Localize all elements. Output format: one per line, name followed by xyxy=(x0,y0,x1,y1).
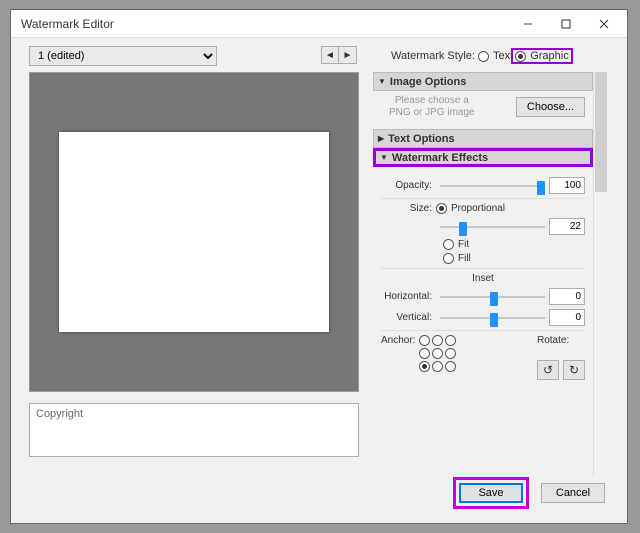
inset-h-row: Horizontal: xyxy=(381,288,585,305)
rotate-left-button[interactable]: ↺ xyxy=(537,360,559,380)
inset-h-label: Horizontal: xyxy=(381,291,436,302)
size-radio-fit[interactable] xyxy=(443,239,454,250)
style-label: Watermark Style: xyxy=(391,50,475,62)
size-slider[interactable] xyxy=(440,220,545,234)
cancel-button[interactable]: Cancel xyxy=(541,483,605,503)
anchor-mc[interactable] xyxy=(432,348,443,359)
preset-select[interactable]: 1 (edited) xyxy=(29,46,217,66)
anchor-tc[interactable] xyxy=(432,335,443,346)
opacity-label: Opacity: xyxy=(381,180,436,191)
watermark-style-row: Watermark Style: Text Graphic xyxy=(391,48,573,64)
chevron-down-icon: ▼ xyxy=(378,77,386,86)
anchor-bl[interactable] xyxy=(419,361,430,372)
opacity-value[interactable] xyxy=(549,177,585,194)
image-hint: Please choose a PNG or JPG image xyxy=(389,95,475,119)
style-text-label: Text xyxy=(493,50,513,62)
style-radio-graphic[interactable] xyxy=(515,51,526,62)
inset-h-value[interactable] xyxy=(549,288,585,305)
opacity-row: Opacity: xyxy=(381,177,585,194)
anchor-ml[interactable] xyxy=(419,348,430,359)
content-area: 1 (edited) ◄ ► Watermark Style: Text Gra… xyxy=(11,38,627,523)
anchor-bc[interactable] xyxy=(432,361,443,372)
text-options-header[interactable]: ▶ Text Options xyxy=(373,129,593,148)
size-radio-proportional[interactable] xyxy=(436,203,447,214)
anchor-rotate-row: Anchor: xyxy=(381,335,585,380)
anchor-br[interactable] xyxy=(445,361,456,372)
prev-button[interactable]: ◄ xyxy=(321,46,339,64)
style-radio-text[interactable] xyxy=(478,51,489,62)
anchor-grid xyxy=(419,335,457,373)
preview-canvas xyxy=(59,132,329,332)
inset-v-row: Vertical: xyxy=(381,309,585,326)
inset-label: Inset xyxy=(381,273,585,284)
watermark-editor-window: Watermark Editor 1 (edited) ◄ ► Watermar… xyxy=(10,9,628,524)
close-button[interactable] xyxy=(585,12,623,36)
maximize-button[interactable] xyxy=(547,12,585,36)
rotate-block: Rotate: ↺ ↻ xyxy=(537,335,585,380)
anchor-label: Anchor: xyxy=(381,335,415,346)
image-options-header[interactable]: ▼ Image Options xyxy=(373,72,593,91)
size-row: Size: Proportional xyxy=(381,203,585,214)
anchor-tr[interactable] xyxy=(445,335,456,346)
size-label: Size: xyxy=(381,203,436,214)
size-slider-row xyxy=(381,218,585,235)
opacity-slider[interactable] xyxy=(440,179,545,193)
anchor-tl[interactable] xyxy=(419,335,430,346)
panel-scrollbar[interactable] xyxy=(593,72,607,477)
inset-v-label: Vertical: xyxy=(381,312,436,323)
titlebar: Watermark Editor xyxy=(11,10,627,38)
inset-v-slider[interactable] xyxy=(440,311,545,325)
scroll-thumb[interactable] xyxy=(595,72,607,192)
choose-image-button[interactable]: Choose... xyxy=(516,97,585,117)
rotate-right-button[interactable]: ↻ xyxy=(563,360,585,380)
watermark-effects-header[interactable]: ▼ Watermark Effects xyxy=(373,148,593,167)
inset-h-slider[interactable] xyxy=(440,290,545,304)
save-button[interactable]: Save xyxy=(459,483,523,503)
size-mode-group: Fit Fill xyxy=(443,239,585,264)
inset-v-value[interactable] xyxy=(549,309,585,326)
dialog-buttons: Save Cancel xyxy=(453,477,605,509)
size-value[interactable] xyxy=(549,218,585,235)
next-button[interactable]: ► xyxy=(339,46,357,64)
options-panel: ▼ Image Options Please choose a PNG or J… xyxy=(373,72,607,477)
style-graphic-label: Graphic xyxy=(530,50,569,62)
size-radio-fill[interactable] xyxy=(443,253,454,264)
image-options-body: Please choose a PNG or JPG image Choose.… xyxy=(373,91,593,129)
minimize-button[interactable] xyxy=(509,12,547,36)
proportional-label: Proportional xyxy=(451,203,505,214)
highlight-graphic: Graphic xyxy=(511,48,573,64)
window-title: Watermark Editor xyxy=(21,17,509,31)
anchor-mr[interactable] xyxy=(445,348,456,359)
preview-area xyxy=(29,72,359,392)
copyright-placeholder: Copyright xyxy=(36,408,83,420)
copyright-input[interactable]: Copyright xyxy=(29,403,359,457)
highlight-save: Save xyxy=(453,477,529,509)
chevron-down-icon: ▼ xyxy=(380,153,388,162)
watermark-effects-body: Opacity: Size: Proportional xyxy=(373,167,593,388)
chevron-right-icon: ▶ xyxy=(378,134,384,143)
preview-nav: ◄ ► xyxy=(321,46,357,64)
rotate-label: Rotate: xyxy=(537,335,585,346)
